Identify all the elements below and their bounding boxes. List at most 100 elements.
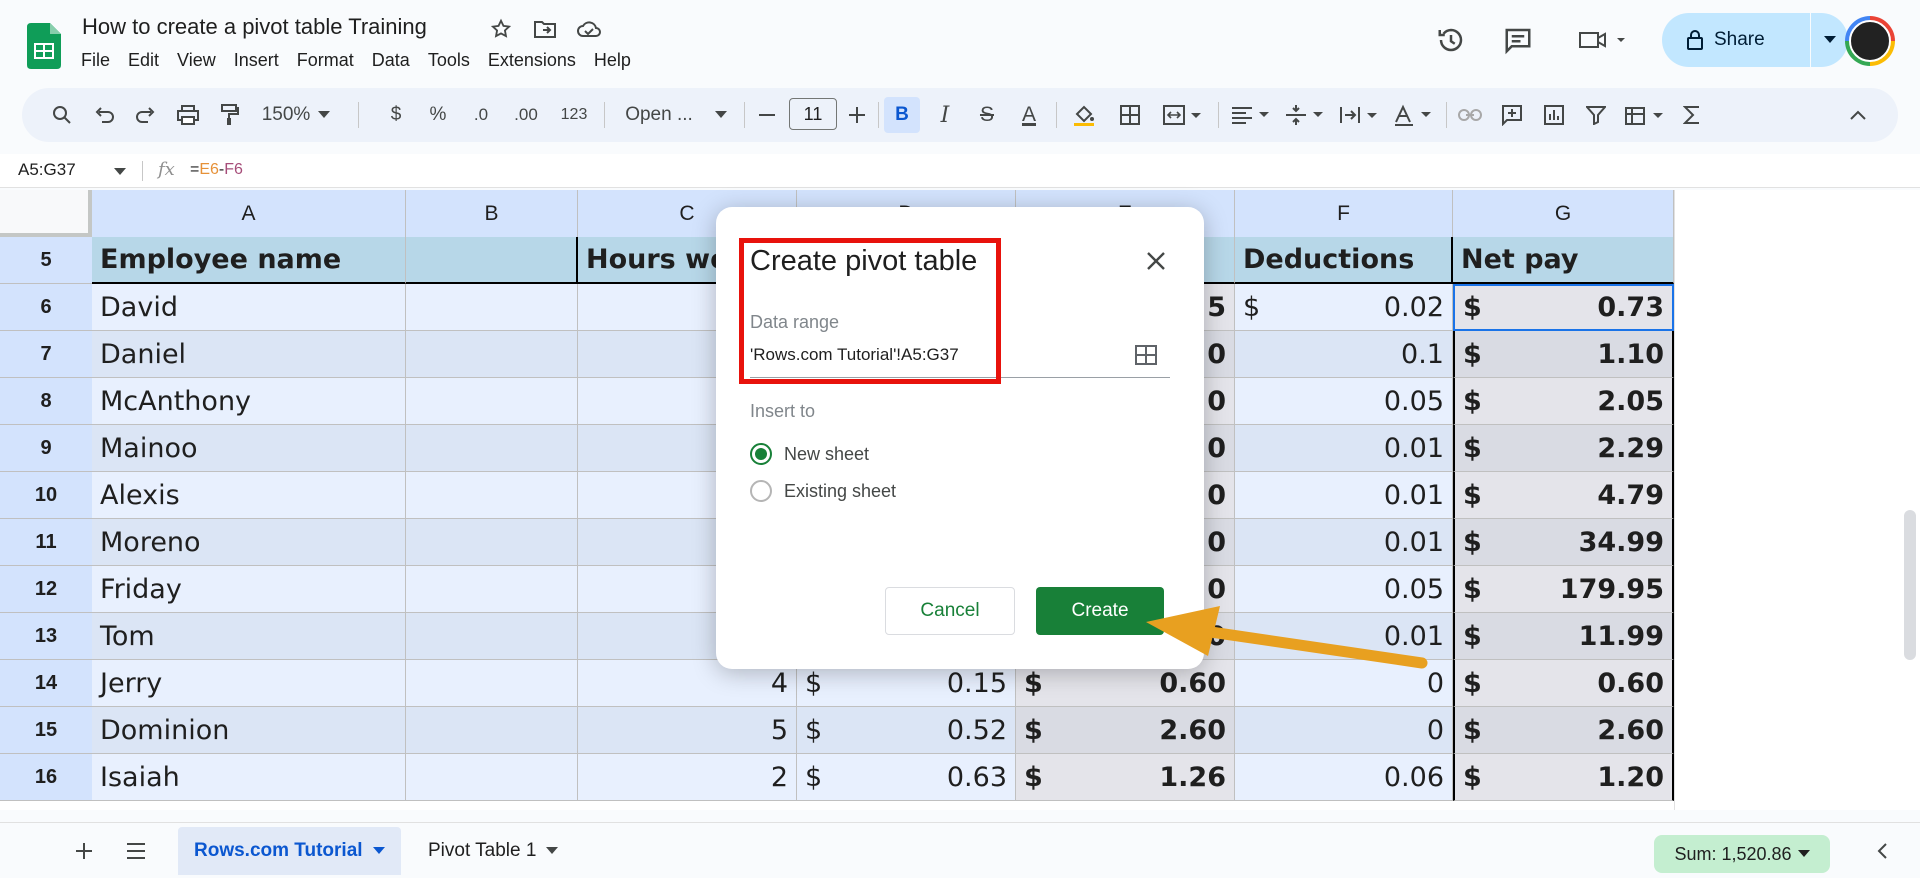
cell-g[interactable]: $2.29: [1453, 425, 1674, 472]
cell-b[interactable]: [406, 613, 578, 660]
menu-view[interactable]: View: [168, 48, 225, 73]
cell-b[interactable]: [406, 425, 578, 472]
borders-icon[interactable]: [1112, 88, 1148, 142]
search-menus-icon[interactable]: [44, 88, 80, 142]
column-header-a[interactable]: A: [92, 190, 406, 237]
cell-a[interactable]: Daniel: [92, 331, 406, 378]
text-wrapping-icon[interactable]: [1334, 88, 1384, 142]
cell-c[interactable]: 5: [578, 707, 797, 754]
version-history-icon[interactable]: [1433, 22, 1469, 58]
column-header-b[interactable]: B: [406, 190, 578, 237]
collapse-toolbar-icon[interactable]: [1840, 88, 1876, 142]
cell-b[interactable]: [406, 519, 578, 566]
row-header[interactable]: 6: [0, 284, 92, 331]
meet-icon[interactable]: [1575, 22, 1635, 58]
option-existing-sheet[interactable]: Existing sheet: [750, 480, 896, 502]
cell-a[interactable]: McAnthony: [92, 378, 406, 425]
cell-g[interactable]: $11.99: [1453, 613, 1674, 660]
redo-icon[interactable]: [128, 88, 164, 142]
cell-f[interactable]: 0.01: [1235, 425, 1453, 472]
avatar[interactable]: [1845, 16, 1895, 66]
row-header[interactable]: 11: [0, 519, 92, 566]
insert-comment-icon[interactable]: [1494, 88, 1530, 142]
cell-g[interactable]: $2.05: [1453, 378, 1674, 425]
sheet-tab-dropdown-icon[interactable]: [372, 847, 385, 855]
menu-tools[interactable]: Tools: [419, 48, 479, 73]
currency-format-button[interactable]: $: [380, 88, 412, 142]
merge-cells-icon[interactable]: [1156, 88, 1210, 142]
menu-insert[interactable]: Insert: [225, 48, 288, 73]
paint-format-icon[interactable]: [212, 88, 248, 142]
cell-g[interactable]: $34.99: [1453, 519, 1674, 566]
italic-button[interactable]: I: [928, 88, 962, 142]
cell-b[interactable]: [406, 660, 578, 707]
bold-button[interactable]: B: [884, 97, 920, 133]
select-all-corner[interactable]: [0, 190, 92, 237]
sheet-tab-rows-tutorial[interactable]: Rows.com Tutorial: [178, 827, 401, 875]
row-header[interactable]: 12: [0, 566, 92, 613]
cell-f[interactable]: 0.06: [1235, 754, 1453, 801]
cell-e[interactable]: $1.26: [1016, 754, 1235, 801]
text-color-button[interactable]: A: [1012, 88, 1046, 142]
cell-f[interactable]: 0: [1235, 707, 1453, 754]
strikethrough-button[interactable]: S: [970, 88, 1004, 142]
column-header-g[interactable]: G: [1453, 190, 1674, 237]
row-header[interactable]: 13: [0, 613, 92, 660]
vertical-align-icon[interactable]: [1280, 88, 1330, 142]
menu-format[interactable]: Format: [288, 48, 363, 73]
cell-g[interactable]: $2.60: [1453, 707, 1674, 754]
insert-chart-icon[interactable]: [1536, 88, 1572, 142]
cell-a[interactable]: Friday: [92, 566, 406, 613]
cell-a[interactable]: Moreno: [92, 519, 406, 566]
move-folder-icon[interactable]: [532, 16, 558, 42]
sheet-tab-dropdown-icon[interactable]: [546, 847, 559, 855]
row-header[interactable]: 14: [0, 660, 92, 707]
cell-g[interactable]: $0.60: [1453, 660, 1674, 707]
share-dropdown-icon[interactable]: [1811, 36, 1848, 44]
cell-b[interactable]: [406, 566, 578, 613]
menu-file[interactable]: File: [72, 48, 119, 73]
add-sheet-icon[interactable]: [70, 837, 98, 865]
radio-existing-sheet[interactable]: [750, 480, 772, 502]
cell-a[interactable]: Mainoo: [92, 425, 406, 472]
percent-format-button[interactable]: %: [422, 88, 454, 142]
cell-g[interactable]: $4.79: [1453, 472, 1674, 519]
menu-extensions[interactable]: Extensions: [479, 48, 585, 73]
print-icon[interactable]: [170, 88, 206, 142]
cell-a[interactable]: Tom: [92, 613, 406, 660]
document-title[interactable]: How to create a pivot table Training: [82, 14, 427, 40]
cell-b[interactable]: [406, 237, 578, 284]
cell-g[interactable]: Net pay: [1453, 237, 1674, 284]
cell-b[interactable]: [406, 707, 578, 754]
option-new-sheet[interactable]: New sheet: [750, 443, 869, 465]
row-header[interactable]: 7: [0, 331, 92, 378]
horizontal-align-icon[interactable]: [1226, 88, 1276, 142]
increase-decimal-button[interactable]: .00: [506, 88, 546, 142]
cell-g[interactable]: $0.73: [1453, 284, 1674, 331]
cell-a[interactable]: Jerry: [92, 660, 406, 707]
row-header[interactable]: 8: [0, 378, 92, 425]
formula-input[interactable]: =E6-F6: [190, 161, 243, 179]
filter-views-icon[interactable]: [1620, 88, 1670, 142]
close-icon[interactable]: [1138, 243, 1174, 279]
number-format-button[interactable]: 123: [554, 88, 594, 142]
insert-link-icon[interactable]: [1452, 88, 1488, 142]
row-header[interactable]: 15: [0, 707, 92, 754]
cell-g[interactable]: $1.20: [1453, 754, 1674, 801]
cell-a[interactable]: Employee name: [92, 237, 406, 284]
cell-a[interactable]: Dominion: [92, 707, 406, 754]
cell-b[interactable]: [406, 754, 578, 801]
star-icon[interactable]: [488, 16, 514, 42]
font-size-input[interactable]: 11: [789, 98, 837, 130]
row-header[interactable]: 16: [0, 754, 92, 801]
decrease-decimal-button[interactable]: .0: [464, 88, 498, 142]
cell-f[interactable]: 0.1: [1235, 331, 1453, 378]
menu-help[interactable]: Help: [585, 48, 640, 73]
cell-f[interactable]: 0.05: [1235, 378, 1453, 425]
name-box[interactable]: A5:G37: [18, 160, 76, 180]
cell-f[interactable]: 0.01: [1235, 519, 1453, 566]
zoom-select[interactable]: 150%: [256, 88, 336, 142]
cell-e[interactable]: $2.60: [1016, 707, 1235, 754]
cell-c[interactable]: 2: [578, 754, 797, 801]
menu-edit[interactable]: Edit: [119, 48, 168, 73]
